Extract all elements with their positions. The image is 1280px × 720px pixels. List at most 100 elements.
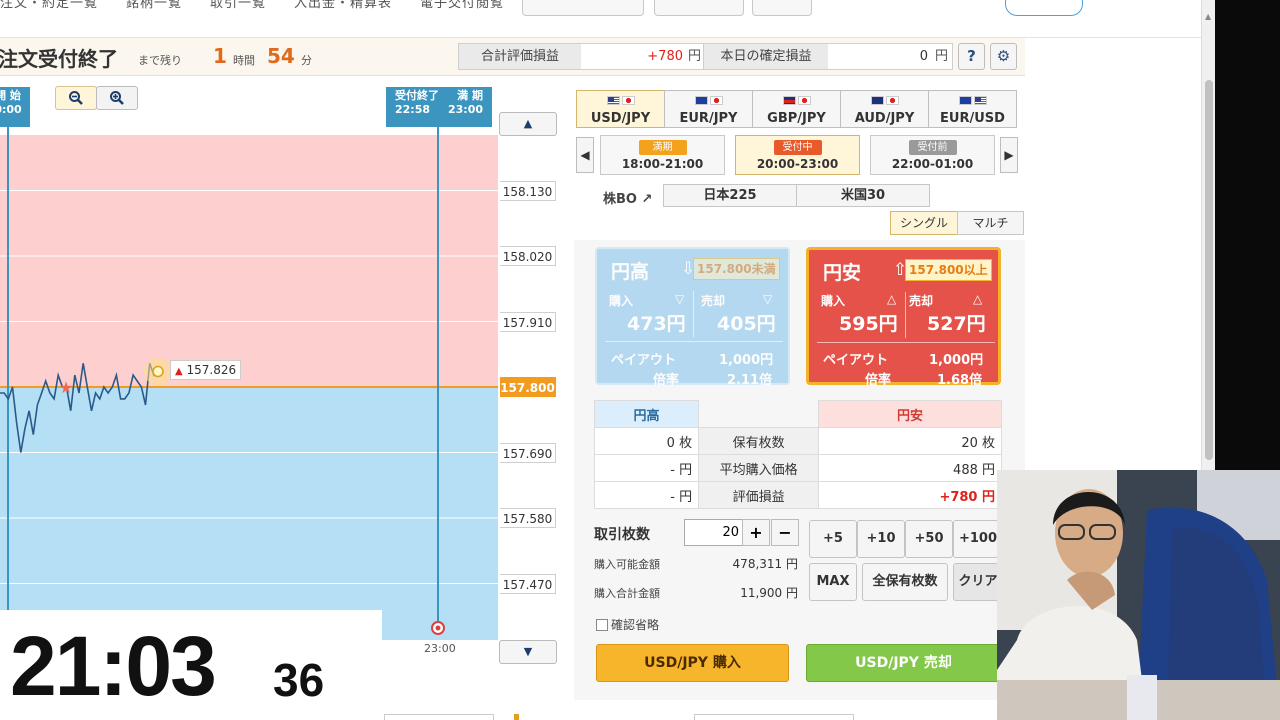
low-rate-label: 倍率 [865,373,892,388]
pair-tab[interactable]: GBP/JPY [752,90,841,128]
lot-plus-button[interactable]: + [742,519,770,546]
flag-icons [753,91,840,109]
high-card-title: 円高 [611,261,650,283]
pair-tab[interactable]: EUR/JPY [664,90,753,128]
minutes-unit: 分 [301,54,312,67]
nikkei225-button[interactable]: 日本225 [663,184,797,207]
lot-label: 取引枚数 [594,527,650,543]
marker-times: 22:58 23:00 [386,103,492,117]
scrollbar-thumb[interactable] [1205,80,1213,460]
confirm-skip-checkbox[interactable] [596,619,608,631]
total-pl-unit: 円 [687,49,701,64]
pair-label: EUR/USD [940,111,1005,126]
clock-hours-minutes: 21:03 [10,619,217,713]
clear-button[interactable]: クリア [953,563,1003,601]
row-label: 評価損益 [698,481,820,509]
table-row: 0 枚 保有枚数 20 枚 [593,427,1002,455]
add-10-button[interactable]: +10 [857,520,905,558]
low-payout-value: 1,000円 [929,353,984,368]
slot-prev-button[interactable]: ◀ [576,137,594,173]
low-card[interactable]: 円安 ⇧ 157.800以上 購入 △ 売却 △ 595円 527円 ペイアウト… [806,247,1001,388]
stock-bo-link[interactable]: 株BO ↗ [603,188,652,207]
row-low: +780 円 [818,481,1002,509]
divider [817,342,995,343]
low-buy-label: 購入 [821,294,846,308]
order-status-bar: 注文受付終了 まで残り 1 時間 54 分 合計評価損益 +780 円 本日の確… [0,38,1025,76]
divider [605,341,783,342]
nav-pill-button[interactable] [522,0,644,16]
time-slot[interactable]: 受付前 22:00-01:00 [870,135,995,175]
y-tick-label: 157.690 [500,442,556,463]
available-label: 購入可能金額 [594,558,660,571]
pair-tab[interactable]: USD/JPY [576,90,665,128]
add-50-button[interactable]: +50 [905,520,953,558]
all-holdings-button[interactable]: 全保有枚数 [862,563,948,601]
bottom-tab[interactable] [694,714,854,720]
row-low: 20 枚 [818,427,1002,455]
sell-button[interactable]: USD/JPY 売却 [806,644,1001,682]
scroll-up-button[interactable]: ▲ [499,112,557,136]
flag-jp-icon [885,96,899,105]
realized-pl-label: 本日の確定損益 [704,44,828,69]
add-100-button[interactable]: +100 [953,520,1003,558]
flag-eu-icon [694,96,708,105]
realized-pl-value: 0 [919,49,928,64]
pair-tab[interactable]: AUD/JPY [840,90,929,128]
pair-label: EUR/JPY [679,111,738,126]
trading-panel: 円高 ⇩ 157.800未満 購入 ▽ 売却 ▽ 473円 405円 ペイアウト… [574,240,1025,700]
high-card[interactable]: 円高 ⇩ 157.800未満 購入 ▽ 売却 ▽ 473円 405円 ペイアウト… [595,247,790,388]
row-low: 488 円 [818,454,1002,482]
start-marker-label: 開 始 [0,89,21,102]
total-value: 11,900 円 [740,586,798,600]
scroll-down-button[interactable]: ▼ [499,640,557,664]
slot-time: 20:00-23:00 [756,157,839,171]
current-price-label: ▲ 157.826 [170,360,242,380]
slot-status-badge: 受付前 [908,140,957,155]
slot-time: 22:00-01:00 [891,157,974,171]
low-card-title: 円安 [823,262,862,284]
time-slot[interactable]: 満期 18:00-21:00 [600,135,725,175]
flag-gb-icon [782,96,796,105]
single-mode-button[interactable]: シングル [890,211,958,235]
upper-zone [0,135,498,387]
price-chart: ★ ▲ 157.826 開 始 0:00 受付終了 満 期 22:58 23:0… [0,80,570,664]
lot-input[interactable]: 20 [684,519,744,546]
time-slot[interactable]: 受付中 20:00-23:00 [735,135,860,175]
divider [693,291,694,337]
nav-pill-button[interactable] [654,0,744,16]
nav-links[interactable]: 注文・約定一覧 銘柄一覧 取引一覧 入出金・精算表 電子交付閲覧 [0,0,504,11]
nav-pill-button[interactable] [752,0,812,16]
max-button[interactable]: MAX [809,563,857,601]
row-high: - 円 [593,481,700,509]
slot-status-badge: 受付中 [773,140,822,155]
bottom-marker [514,714,519,720]
high-buy-label: 購入 [609,294,634,308]
high-rate-value: 2.11倍 [727,373,773,388]
confirm-skip[interactable]: 確認省略 [596,616,659,633]
pair-tab[interactable]: EUR/USD [928,90,1017,128]
help-icon[interactable]: ? [958,43,985,70]
bottom-tab[interactable] [384,714,494,720]
low-payout-label: ペイアウト [823,353,889,368]
pair-label: GBP/JPY [767,111,826,126]
total-pl-label: 合計評価損益 [459,44,581,69]
stream-clock: 21:03 36 [0,610,382,720]
lot-minus-button[interactable]: − [771,519,799,546]
add-5-button[interactable]: +5 [809,520,857,558]
flag-icons [929,91,1016,109]
y-tick-label: 158.130 [500,180,556,201]
flag-icons [665,91,752,109]
divider [905,292,906,338]
y-tick-label: 158.020 [500,246,556,266]
gear-icon[interactable]: ⚙ [990,43,1017,70]
chart-plot: ★ [0,120,498,640]
logout-button[interactable] [1005,0,1083,16]
scroll-up-arrow-icon[interactable]: ▲ [1205,12,1211,21]
multi-mode-button[interactable]: マルチ [957,211,1024,235]
us30-button[interactable]: 米国30 [796,184,930,207]
pair-label: USD/JPY [590,111,651,126]
total-label: 購入合計金額 [594,587,660,600]
buy-button[interactable]: USD/JPY 購入 [596,644,789,682]
slot-next-button[interactable]: ▶ [1000,137,1018,173]
high-buy-price: 473円 [627,313,686,335]
